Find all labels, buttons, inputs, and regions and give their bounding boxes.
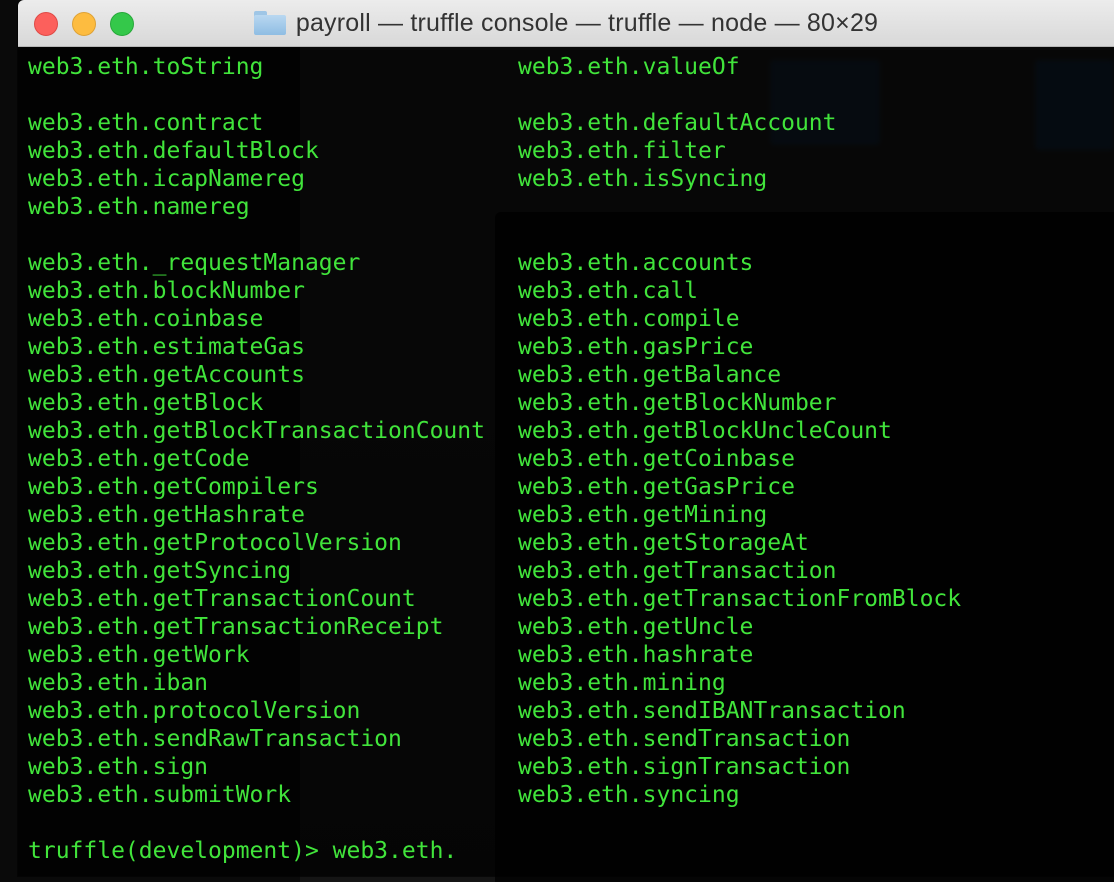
- completion-item: web3.eth.signTransaction: [518, 754, 851, 780]
- completion-item: web3.eth.getBalance: [518, 362, 782, 388]
- completion-row: web3.eth.getTransactionCount web3.eth.get…: [28, 585, 1114, 613]
- completion-item: web3.eth.coinbase: [28, 306, 264, 332]
- minimize-button[interactable]: [72, 12, 96, 36]
- completion-item: web3.eth.getTransaction: [518, 558, 837, 584]
- completion-item: web3.eth.getProtocolVersion: [28, 530, 402, 556]
- completion-item: web3.eth._requestManager: [28, 250, 361, 276]
- completion-row: web3.eth._requestManager web3.eth.account…: [28, 249, 1114, 277]
- completion-row: web3.eth.namereg: [28, 193, 1114, 221]
- folder-icon: [253, 11, 286, 35]
- completion-item: web3.eth.defaultAccount: [518, 110, 837, 136]
- terminal-output[interactable]: web3.eth.toString web3.eth.valueOf web3.et…: [18, 47, 1114, 876]
- completion-item: web3.eth.getTransactionFromBlock: [518, 586, 962, 612]
- title-bar[interactable]: payroll — truffle console — truffle — no…: [18, 0, 1114, 47]
- completion-item: web3.eth.getHashrate: [28, 502, 305, 528]
- completion-item: web3.eth.getMining: [518, 502, 768, 528]
- completion-item: web3.eth.estimateGas: [28, 334, 305, 360]
- completion-row: web3.eth.getBlockTransactionCount web3.et…: [28, 417, 1114, 445]
- completion-row: web3.eth.protocolVersion web3.eth.sendIBA…: [28, 697, 1114, 725]
- completion-row: web3.eth.getCompilers web3.eth.getGasPric…: [28, 473, 1114, 501]
- completion-item: web3.eth.hashrate: [518, 642, 754, 668]
- completion-item: web3.eth.defaultBlock: [28, 138, 319, 164]
- completion-item: web3.eth.call: [518, 278, 699, 304]
- completion-item: web3.eth.getBlockNumber: [518, 390, 837, 416]
- completion-item: web3.eth.getTransactionCount: [28, 586, 416, 612]
- completion-item: web3.eth.accounts: [518, 250, 754, 276]
- completion-row: web3.eth.sendRawTransaction web3.eth.send…: [28, 725, 1114, 753]
- completion-row: web3.eth.estimateGas web3.eth.gasPrice: [28, 333, 1114, 361]
- completion-row: web3.eth.getWork web3.eth.hashrate: [28, 641, 1114, 669]
- completion-item: web3.eth.sign: [28, 754, 209, 780]
- completion-item: web3.eth.getBlock: [28, 390, 264, 416]
- completion-item: web3.eth.getWork: [28, 642, 250, 668]
- completion-row: web3.eth.getProtocolVersion web3.eth.getS…: [28, 529, 1114, 557]
- completion-row: web3.eth.icapNamereg web3.eth.isSyncing: [28, 165, 1114, 193]
- window-title: payroll — truffle console — truffle — no…: [253, 8, 879, 38]
- completion-item: web3.eth.getAccounts: [28, 362, 305, 388]
- zoom-button[interactable]: [110, 12, 134, 36]
- prompt: truffle(development)>: [28, 838, 333, 864]
- completion-item: web3.eth.contract: [28, 110, 264, 136]
- completion-item: web3.eth.toString: [28, 54, 264, 80]
- completion-item: web3.eth.mining: [518, 670, 726, 696]
- completion-item: web3.eth.namereg: [28, 194, 250, 220]
- completion-item: web3.eth.syncing: [518, 782, 740, 808]
- completion-item: web3.eth.icapNamereg: [28, 166, 305, 192]
- completion-item: web3.eth.protocolVersion: [28, 698, 361, 724]
- prompt-line[interactable]: truffle(development)> web3.eth.: [28, 837, 1114, 865]
- command-input[interactable]: web3.eth.: [333, 838, 458, 864]
- completion-row: web3.eth.getCode web3.eth.getCoinbase: [28, 445, 1114, 473]
- completion-item: web3.eth.blockNumber: [28, 278, 305, 304]
- completion-item: web3.eth.getCoinbase: [518, 446, 795, 472]
- completion-row: web3.eth.coinbase web3.eth.compile: [28, 305, 1114, 333]
- window-title-text: payroll — truffle console — truffle — no…: [295, 8, 879, 37]
- completion-item: web3.eth.getUncle: [518, 614, 754, 640]
- completion-item: web3.eth.getStorageAt: [518, 530, 809, 556]
- completion-row: web3.eth.getAccounts web3.eth.getBalance: [28, 361, 1114, 389]
- completion-item: web3.eth.getCompilers: [28, 474, 319, 500]
- completion-row: web3.eth.sign web3.eth.signTransaction: [28, 753, 1114, 781]
- completion-item: web3.eth.isSyncing: [518, 166, 768, 192]
- completion-row: web3.eth.iban web3.eth.mining: [28, 669, 1114, 697]
- completion-list: web3.eth.toString web3.eth.valueOf web3.et…: [28, 53, 1114, 809]
- window-controls: [34, 12, 134, 36]
- completion-row: web3.eth.defaultBlock web3.eth.filter: [28, 137, 1114, 165]
- completion-row: web3.eth.getHashrate web3.eth.getMining: [28, 501, 1114, 529]
- completion-item: web3.eth.compile: [518, 306, 740, 332]
- completion-item: web3.eth.getTransactionReceipt: [28, 614, 444, 640]
- completion-row: web3.eth.getSyncing web3.eth.getTransacti…: [28, 557, 1114, 585]
- completion-item: web3.eth.submitWork: [28, 782, 292, 808]
- completion-row: web3.eth.getTransactionReceipt web3.eth.g…: [28, 613, 1114, 641]
- completion-item: web3.eth.sendTransaction: [518, 726, 851, 752]
- completion-row: web3.eth.contract web3.eth.defaultAccount: [28, 109, 1114, 137]
- completion-item: web3.eth.filter: [518, 138, 726, 164]
- terminal-window[interactable]: payroll — truffle console — truffle — no…: [18, 0, 1114, 876]
- completion-item: web3.eth.gasPrice: [518, 334, 754, 360]
- close-button[interactable]: [34, 12, 58, 36]
- completion-row: web3.eth.toString web3.eth.valueOf: [28, 53, 1114, 81]
- completion-item: web3.eth.getCode: [28, 446, 250, 472]
- completion-item: web3.eth.sendIBANTransaction: [518, 698, 906, 724]
- completion-item: web3.eth.sendRawTransaction: [28, 726, 402, 752]
- completion-row: web3.eth.getBlock web3.eth.getBlockNumber: [28, 389, 1114, 417]
- completion-item: web3.eth.getBlockUncleCount: [518, 418, 892, 444]
- completion-item: web3.eth.getGasPrice: [518, 474, 795, 500]
- completion-item: web3.eth.valueOf: [518, 54, 740, 80]
- completion-item: web3.eth.getSyncing: [28, 558, 292, 584]
- completion-item: web3.eth.getBlockTransactionCount: [28, 418, 485, 444]
- completion-row: web3.eth.blockNumber web3.eth.call: [28, 277, 1114, 305]
- completion-row: web3.eth.submitWork web3.eth.syncing: [28, 781, 1114, 809]
- completion-item: web3.eth.iban: [28, 670, 209, 696]
